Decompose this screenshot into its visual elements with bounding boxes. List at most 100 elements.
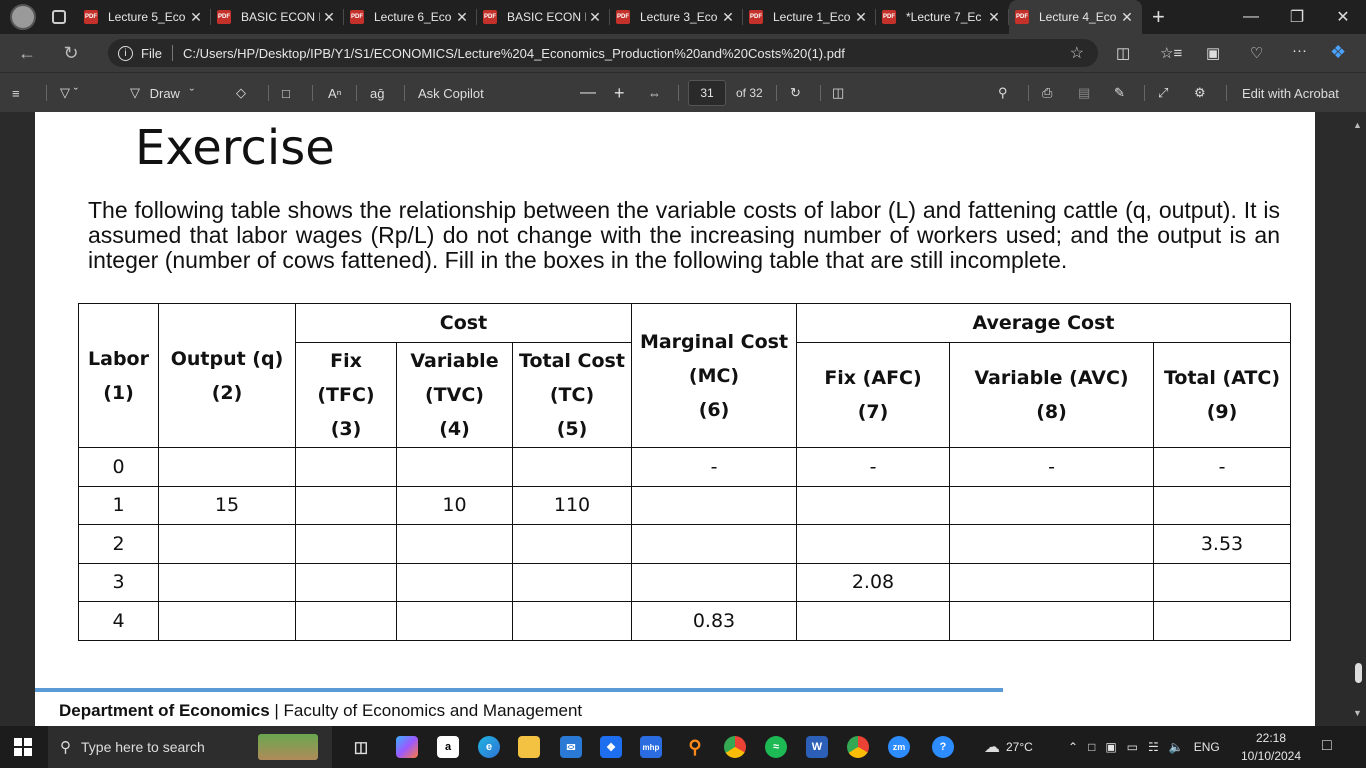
zoom-in-icon[interactable]: +: [614, 73, 625, 113]
taskbar-search-box[interactable]: ⚲ Type here to search: [48, 726, 332, 768]
file-explorer-icon[interactable]: [518, 736, 540, 758]
copilot-app-icon[interactable]: [396, 736, 418, 758]
ask-copilot-button[interactable]: Ask Copilot: [418, 73, 484, 113]
settings-gear-icon[interactable]: ⚙: [1194, 73, 1206, 113]
scroll-up-icon[interactable]: ▲: [1353, 120, 1362, 130]
close-tab-icon[interactable]: ✕: [1118, 9, 1136, 26]
save-icon[interactable]: ▤: [1078, 73, 1090, 113]
print-icon[interactable]: ⎙: [1042, 73, 1052, 113]
search-app-icon[interactable]: ⚲: [684, 736, 706, 758]
spotify-icon[interactable]: ≈: [765, 736, 787, 758]
tray-chevron-icon[interactable]: ⌃: [1068, 740, 1078, 754]
mobile-app-icon[interactable]: mhp: [640, 736, 662, 758]
text-box-icon[interactable]: □: [282, 73, 290, 113]
edge-browser-icon[interactable]: e: [478, 736, 500, 758]
tray-display-icon[interactable]: ▣: [1105, 740, 1116, 754]
read-aloud-icon[interactable]: Aⁿ: [328, 73, 341, 113]
browser-tab[interactable]: PDF Lecture 6_Eco ✕: [344, 0, 477, 34]
collections-icon[interactable]: ▣: [1206, 44, 1220, 62]
highlight-icon[interactable]: ▽ ˇ: [60, 73, 78, 113]
eraser-icon[interactable]: ◇: [236, 73, 246, 113]
fit-page-icon[interactable]: ⇔: [648, 73, 661, 113]
tray-meet-icon[interactable]: □: [1088, 740, 1095, 754]
weather-widget[interactable]: ☁ 27°C: [984, 726, 1033, 768]
scroll-thumb[interactable]: [1355, 663, 1362, 683]
windows-start-icon[interactable]: [14, 738, 32, 756]
taskbar-clock[interactable]: 22:18 10/10/2024: [1238, 729, 1304, 765]
cell-afc: [796, 601, 950, 641]
chrome-profile-icon[interactable]: [847, 736, 869, 758]
cell-tvc: 10: [396, 485, 513, 525]
dropbox-icon[interactable]: ❖: [600, 736, 622, 758]
browser-tab[interactable]: PDF *Lecture 7_Ec ✕: [876, 0, 1009, 34]
browser-tab[interactable]: PDF Lecture 4_Eco ✕: [1009, 0, 1142, 34]
minimize-icon[interactable]: —: [1228, 0, 1274, 34]
close-tab-icon[interactable]: ✕: [453, 9, 471, 26]
header-fix-name: Fix: [330, 350, 362, 372]
copilot-icon[interactable]: ❖: [1330, 42, 1346, 63]
battery-icon[interactable]: ▭: [1127, 740, 1138, 754]
help-icon[interactable]: ?: [932, 736, 954, 758]
divider: [776, 85, 777, 101]
task-view-icon[interactable]: ◫: [350, 736, 372, 758]
close-tab-icon[interactable]: ✕: [586, 9, 604, 26]
table-row: 0----: [78, 447, 1291, 487]
page-view-icon[interactable]: ◫: [832, 73, 844, 113]
pdf-file-icon: PDF: [217, 10, 231, 24]
close-window-icon[interactable]: ✕: [1320, 0, 1366, 34]
page-count-label: of 32: [736, 86, 763, 100]
translate-icon[interactable]: aḡ: [370, 73, 384, 113]
browser-tab[interactable]: PDF Lecture 5_Eco ✕: [78, 0, 211, 34]
browser-tab[interactable]: PDF BASIC ECON I ✕: [477, 0, 610, 34]
pdf-file-icon: PDF: [616, 10, 630, 24]
browser-tab[interactable]: PDF BASIC ECON I ✕: [211, 0, 344, 34]
browser-tab[interactable]: PDF Lecture 3_Eco ✕: [610, 0, 743, 34]
page-number-input[interactable]: 31: [688, 80, 726, 106]
browser-essentials-icon[interactable]: ♡: [1250, 44, 1263, 62]
more-menu-icon[interactable]: ···: [1292, 42, 1307, 59]
info-icon[interactable]: i: [118, 45, 133, 61]
favorite-star-icon[interactable]: ☆: [1070, 43, 1084, 63]
zoom-app-icon[interactable]: zm: [888, 736, 910, 758]
close-tab-icon[interactable]: ✕: [852, 9, 870, 26]
header-atc-name: Total (ATC): [1163, 367, 1281, 389]
back-arrow-icon[interactable]: ←: [10, 43, 44, 64]
vertical-scrollbar[interactable]: ▲ ▼: [1350, 112, 1366, 726]
tab-title: BASIC ECON I: [507, 10, 586, 24]
amazon-app-icon[interactable]: a: [437, 736, 459, 758]
close-tab-icon[interactable]: ✕: [719, 9, 737, 26]
chrome-icon[interactable]: [724, 736, 746, 758]
contents-list-icon[interactable]: ≡: [12, 73, 20, 113]
notifications-icon[interactable]: □: [1322, 737, 1332, 755]
pdf-viewer[interactable]: Exercise The following table shows the r…: [0, 112, 1366, 726]
wifi-icon[interactable]: ☵: [1148, 740, 1159, 754]
scroll-down-icon[interactable]: ▼: [1353, 708, 1362, 718]
new-tab-plus-icon[interactable]: +: [1152, 4, 1165, 30]
volume-icon[interactable]: 🔈: [1169, 740, 1184, 754]
split-screen-icon[interactable]: ◫: [1116, 44, 1130, 62]
restore-icon[interactable]: ❐: [1274, 0, 1320, 34]
search-icon[interactable]: ⚲: [998, 73, 1008, 113]
save-as-icon[interactable]: ✎: [1114, 73, 1125, 113]
divider: [46, 85, 47, 101]
refresh-icon[interactable]: ↻: [54, 43, 88, 64]
profile-avatar[interactable]: [10, 4, 36, 30]
cell-labor: 2: [78, 524, 159, 564]
url-field[interactable]: i File C:/Users/HP/Desktop/IPB/Y1/S1/ECO…: [108, 39, 1098, 67]
close-tab-icon[interactable]: ✕: [320, 9, 338, 26]
pdf-file-icon: PDF: [84, 10, 98, 24]
word-icon[interactable]: W: [806, 736, 828, 758]
close-tab-icon[interactable]: ✕: [187, 9, 205, 26]
tab-actions-icon[interactable]: [52, 10, 66, 24]
language-indicator[interactable]: ENG: [1194, 740, 1220, 754]
rotate-icon[interactable]: ↻: [790, 73, 801, 113]
close-tab-icon[interactable]: ✕: [985, 9, 1003, 26]
zoom-out-icon[interactable]: —: [580, 73, 596, 113]
header-average-cost-group: Average Cost: [796, 303, 1291, 343]
browser-tab[interactable]: PDF Lecture 1_Eco ✕: [743, 0, 876, 34]
edit-with-acrobat-button[interactable]: Edit with Acrobat: [1242, 73, 1339, 113]
draw-button[interactable]: ▽ Draw ˇ: [130, 73, 194, 113]
favorites-list-icon[interactable]: ☆≡: [1160, 44, 1182, 62]
expand-icon[interactable]: ⤢: [1158, 73, 1168, 113]
mail-icon[interactable]: ✉: [560, 736, 582, 758]
